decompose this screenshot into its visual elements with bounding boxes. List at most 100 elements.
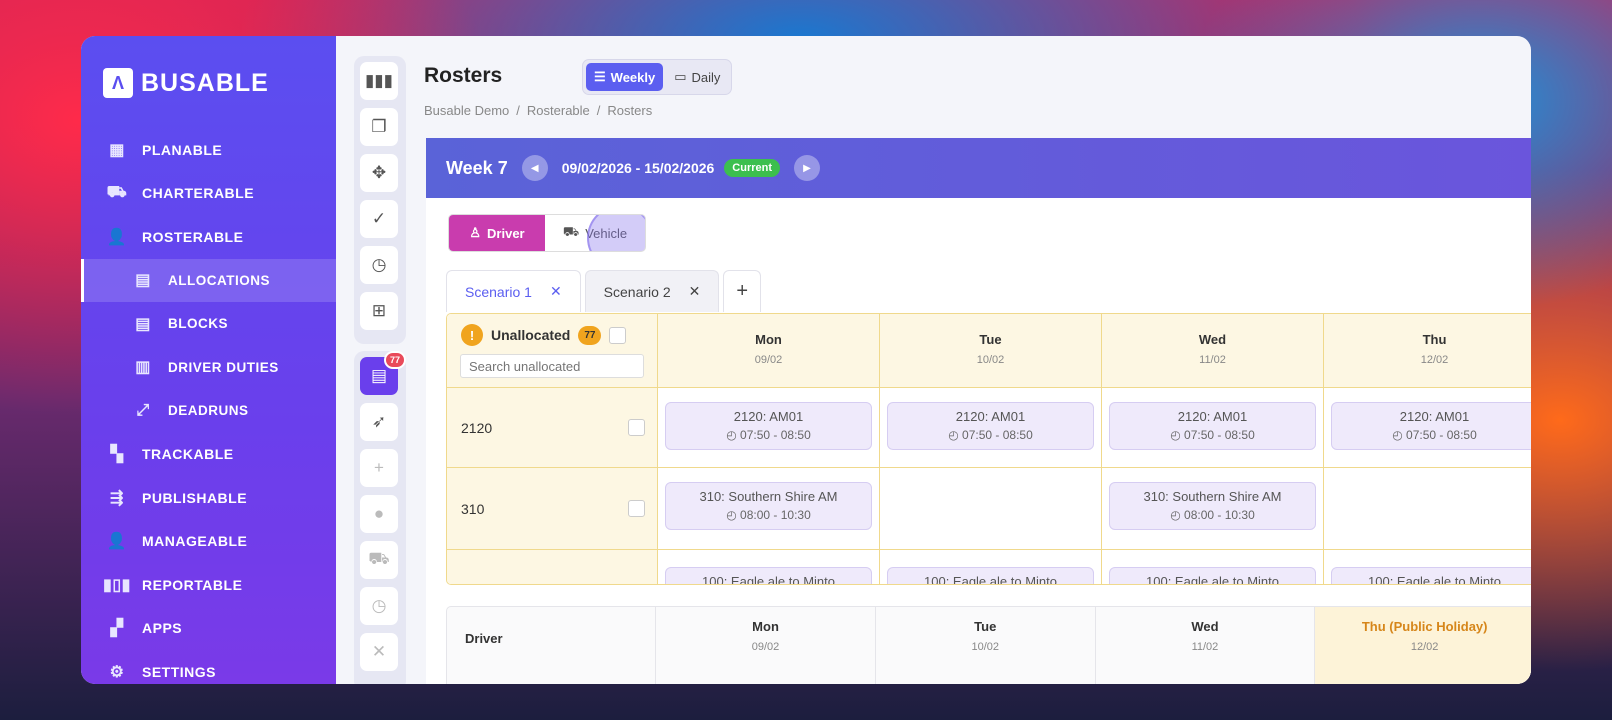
sidebar-item-driver-duties[interactable]: ▥ DRIVER DUTIES [81, 346, 336, 390]
user-icon[interactable]: ● [360, 495, 398, 533]
search-unallocated-input[interactable] [460, 354, 644, 378]
row-label-cell: 310 [447, 468, 658, 550]
next-week-button[interactable]: ▶ [794, 155, 821, 181]
grid-icon[interactable]: ⊞ [360, 292, 398, 330]
sidebar-item-rosterable[interactable]: 👤 ROSTERABLE [81, 215, 336, 259]
scenario-tabs: Scenario 1 ✕ Scenario 2 ✕ + [446, 270, 762, 312]
sidebar-item-allocations[interactable]: ▤ ALLOCATIONS [81, 258, 336, 302]
clipboard-icon[interactable]: ▤ 77 [360, 351, 406, 395]
duty-title: 310: Southern Shire AM [699, 489, 838, 504]
sidebar-item-deadruns[interactable]: ⤢ DEADRUNS [81, 389, 336, 433]
breadcrumb: Busable Demo / Rosterable / Rosters [424, 103, 652, 118]
row-checkbox[interactable] [628, 500, 645, 517]
duty-time: ◴ 07:50 - 08:50 [1342, 428, 1527, 442]
day-date: 11/02 [1199, 354, 1226, 366]
close-icon[interactable]: ✕ [689, 283, 701, 300]
weekly-button[interactable]: ☰ Weekly [586, 63, 664, 91]
duty-card[interactable]: 100: Eagle ale to Minto [1331, 567, 1531, 585]
route-icon[interactable]: ➶ [360, 403, 398, 441]
sidebar-item-settings[interactable]: ⚙ SETTINGS [81, 650, 336, 684]
duty-card[interactable]: 100: Eagle ale to Minto [665, 567, 872, 584]
unallocated-header: ! Unallocated 77 [447, 314, 658, 388]
row-checkbox[interactable] [628, 419, 645, 436]
day-date: 11/02 [1191, 641, 1219, 653]
sidebar-item-label: DEADRUNS [168, 403, 249, 419]
sidebar-item-label: PLANABLE [142, 141, 223, 158]
sidebar-item-charterable[interactable]: ⛟ CHARTERABLE [81, 172, 336, 216]
tab-scenario-1[interactable]: Scenario 1 ✕ [446, 270, 581, 312]
stopwatch-icon[interactable]: ◷ [360, 587, 398, 625]
daily-label: Daily [691, 69, 721, 85]
duty-card[interactable]: 310: Southern Shire AM ◴ 08:00 - 10:30 [665, 482, 872, 530]
copy-icon[interactable]: ❐ [360, 108, 398, 146]
day-name: Thu [1422, 332, 1447, 347]
duty-time: ◴ 07:50 - 08:50 [676, 428, 861, 442]
clock-icon: ◴ [1170, 428, 1185, 442]
add-tab-button[interactable]: + [723, 270, 762, 312]
sidebar-item-trackable[interactable]: ▚ TRACKABLE [81, 433, 336, 477]
duty-card[interactable]: 2120: AM01 ◴ 07:50 - 08:50 [1109, 402, 1316, 450]
day-name: Tue [974, 619, 997, 634]
week-label: Week 7 [446, 157, 508, 178]
duty-card[interactable]: 2120: AM01 ◴ 07:50 - 08:50 [1331, 402, 1531, 450]
sidebar-item-label: TRACKABLE [142, 446, 234, 463]
duty-card[interactable]: 100: Eagle ale to Minto [1109, 567, 1316, 584]
daily-button[interactable]: ▭ Daily [666, 63, 728, 91]
map-icon: ▚ [110, 446, 124, 464]
duty-time: ◴ 07:50 - 08:50 [898, 428, 1083, 442]
day-cell: 2120: AM01 ◴ 07:50 - 08:50 [880, 388, 1102, 468]
logo[interactable]: Λ BUSABLE [103, 68, 269, 98]
clock-icon: ◴ [1170, 508, 1185, 522]
duty-card[interactable]: 310: Southern Shire AM ◴ 08:00 - 10:30 [1109, 482, 1316, 530]
sidebar-item-manageable[interactable]: 👤 MANAGEABLE [81, 520, 336, 564]
duty-time-text: 08:00 - 10:30 [1184, 508, 1255, 522]
sidebar-item-blocks[interactable]: ▤ BLOCKS [81, 302, 336, 346]
sidebar-item-reportable[interactable]: ▮▯▮ REPORTABLE [81, 563, 336, 607]
day-header: Wed 11/02 [1102, 314, 1324, 388]
sidebar-item-label: ROSTERABLE [142, 228, 244, 245]
sidebar-item-planable[interactable]: ▦ PLANABLE [81, 128, 336, 172]
bus-icon: ⛟ [106, 184, 128, 202]
duty-time-text: 08:00 - 10:30 [740, 508, 811, 522]
day-cell [1324, 468, 1531, 550]
sidebar-item-label: PUBLISHABLE [142, 489, 248, 506]
day-header: Mon 09/02 [658, 314, 880, 388]
weekly-label: Weekly [610, 69, 656, 85]
duty-card[interactable]: 100: Eagle ale to Minto [887, 567, 1094, 584]
duty-card[interactable]: 2120: AM01 ◴ 07:50 - 08:50 [665, 402, 872, 450]
bus-icon[interactable]: ⛟ [360, 541, 398, 579]
day-cell [880, 468, 1102, 550]
duty-title: 2120: AM01 [955, 409, 1026, 424]
day-cell: 310: Southern Shire AM ◴ 08:00 - 10:30 [1102, 468, 1324, 550]
tab-scenario-2[interactable]: Scenario 2 ✕ [584, 270, 720, 312]
grid-header-row: ! Unallocated 77 Mon 09/02 Tue 10/02 Wed 11… [447, 314, 1531, 388]
check-icon[interactable]: ✓ [360, 200, 398, 238]
close-icon[interactable]: ✕ [360, 633, 398, 671]
select-all-checkbox[interactable] [609, 326, 627, 344]
move-icon[interactable]: ✥ [360, 154, 398, 192]
sidebar-item-apps[interactable]: ▞ APPS [81, 607, 336, 651]
plus-icon[interactable]: + [360, 449, 398, 487]
breadcrumb-item[interactable]: Busable Demo [424, 103, 509, 118]
prev-week-button[interactable]: ◀ [521, 155, 548, 181]
bar-chart-icon[interactable]: ▮▮▮ [360, 62, 398, 100]
table-row: 310 310: Southern Shire AM ◴ 08:00 - 10:3… [447, 468, 1531, 550]
table-row: 2120 2120: AM01 ◴ 07:50 - 08:50 2120: AM0… [447, 388, 1531, 468]
day-cell: 2120: AM01 ◴ 07:50 - 08:50 [1102, 388, 1324, 468]
roster-panel: ♙ Driver ⛟ Vehicle Scenario 1 ✕ Scenario 2 ✕… [426, 198, 1531, 684]
day-cell: 2120: AM01 ◴ 07:50 - 08:50 [658, 388, 880, 468]
route-icon: ⤢ [136, 401, 150, 419]
current-badge: Current [724, 159, 781, 177]
breadcrumb-item[interactable]: Rosterable [527, 103, 590, 118]
row-label: 2120 [461, 419, 493, 436]
sidebar-item-publishable[interactable]: ⇶ PUBLISHABLE [81, 476, 336, 520]
driver-button[interactable]: ♙ Driver [449, 215, 545, 251]
duty-title: 100: Eagle ale to Minto [1368, 574, 1501, 585]
stopwatch-icon[interactable]: ◷ [360, 246, 398, 284]
breadcrumb-item: Rosters [607, 103, 653, 118]
clock-icon: ◴ [726, 508, 741, 522]
duty-card[interactable]: 2120: AM01 ◴ 07:50 - 08:50 [887, 402, 1094, 450]
close-icon[interactable]: ✕ [550, 283, 562, 300]
day-header: Thu 12/02 [1324, 314, 1531, 388]
day-name: Mon [755, 332, 782, 347]
